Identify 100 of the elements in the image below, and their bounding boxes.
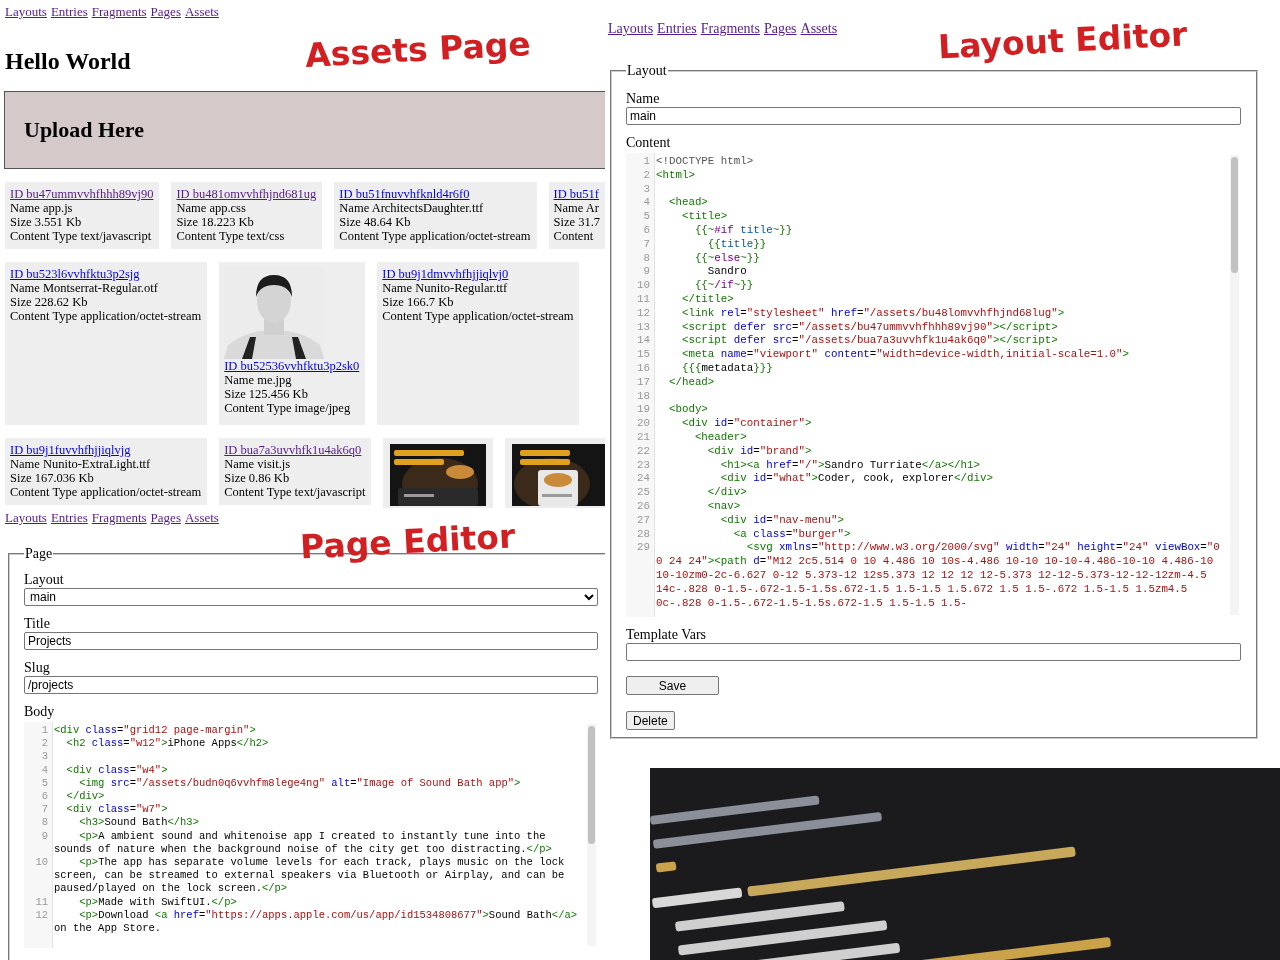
nav-link[interactable]: Layouts	[5, 4, 47, 20]
code-line: <meta name="viewport" content="width=device-width,initial-scale=1.0">	[680, 348, 1131, 362]
asset-size: Size 228.62 Kb	[10, 295, 89, 309]
asset-id-link[interactable]: ID bua7a3uvvhfk1u4ak6q0	[224, 443, 366, 457]
line-number: 11	[636, 292, 650, 307]
nav-link[interactable]: Fragments	[91, 4, 147, 20]
nav-link[interactable]: Fragments	[91, 510, 147, 526]
code-line: </head>	[667, 375, 716, 390]
code-line: <script defer src="/assets/bu47ummvvhfhhh89vj90"></script>	[680, 320, 1059, 335]
line-number: 10	[34, 856, 48, 871]
code-line: </div>	[65, 790, 106, 804]
asset-id-link[interactable]: ID bu52536vvhfktu3p2sk0	[224, 359, 360, 373]
code-line: <!DOCTYPE html>	[656, 155, 755, 169]
code-line: <div id="what">Coder, cook, explorer</div>	[719, 472, 994, 487]
code-line: <div id="container">	[680, 417, 813, 431]
asset-name: Name app.js	[10, 201, 74, 215]
asset-content-type: Content Type application/octet-stream	[339, 229, 531, 243]
scrollbar[interactable]	[587, 724, 596, 946]
asset-size: Size 125.456 Kb	[224, 387, 309, 401]
annotation: Assets Page	[304, 24, 532, 75]
code-line: <div id="brand">	[706, 444, 813, 459]
line-number: 11	[34, 895, 48, 909]
save-button[interactable]: Save	[626, 676, 719, 695]
line-number: 17	[636, 375, 650, 390]
code-line: {{~/if~}}	[693, 279, 755, 293]
line-number: 16	[636, 361, 650, 376]
nav-link[interactable]: Pages	[150, 4, 181, 20]
code-line: <p>Download <a href="https://apps.apple.com/us/app/id1534808677">Sound Bath</a> on the App Store.	[54, 908, 579, 936]
upload-area[interactable]: Upload Here	[4, 91, 605, 169]
line-number: 2	[642, 168, 650, 183]
code-line: <svg xmlns="http://www.w3.org/2000/svg" width="24" height="24" viewBox="0 0 24 24"><path d="M12 2c5.514 0 10 4.486 10 10s-4.486 10-10 10-10-4.486-10-10 4.486-10 10-10zm0-2c-6.627 0-12 5.373-12 12s5.373 12 12 12 12-5.373 12-12-5.373-12-12-12zm-4.5 14c-.828 0-1.5-.672-1.5-1.5s.672-1.5 1.5-1.5 1.5.672 1.5 1.5-.672 1.5-1.5 1.5zm4.5 0c-.828 0-1.5-.672-1.5-1.5s.672-1.5 1.5-1.5 1.5-	[656, 541, 1221, 611]
code-line: <nav>	[706, 499, 742, 514]
asset-name: Name Nunito-ExtraLight.ttf	[10, 457, 152, 471]
nav-link[interactable]: Fragments	[700, 21, 760, 37]
slug-field[interactable]: /projects	[24, 676, 598, 694]
line-number: 6	[642, 224, 650, 238]
asset-size: Size 0.86 Kb	[224, 471, 291, 485]
nav-link[interactable]: Entries	[657, 21, 697, 37]
code-line: <img src="/assets/budn0q6vvhfm8lege4ng" alt="Image of Sound Bath app">	[78, 776, 522, 790]
asset-content-type: Content Type text/javascript	[10, 229, 153, 243]
code-line: <div class="grid12 page-margin">	[54, 724, 257, 738]
line-number: 1	[642, 155, 650, 169]
nav-link[interactable]: Assets	[184, 4, 219, 20]
line-number: 25	[636, 486, 650, 500]
code-line: <h1><a href="/">Sandro Turriate</a></h1>	[719, 458, 982, 473]
line-number: 14	[636, 334, 650, 349]
nav-link[interactable]: Layouts	[5, 510, 47, 526]
fieldset-legend: Page	[24, 546, 54, 562]
asset-id-link[interactable]: ID bu9j1dmvvhfhjjiqlvj0	[382, 267, 574, 281]
code-line: Sandro	[706, 265, 748, 280]
nav-link[interactable]: Pages	[763, 21, 797, 37]
line-number: 12	[636, 306, 650, 321]
line-number: 29	[636, 541, 650, 556]
line-number: 26	[636, 499, 650, 514]
line-number: 22	[636, 444, 650, 459]
asset-content-type: Content Type text/javascript	[224, 485, 366, 499]
line-number: 9	[642, 265, 650, 280]
asset-id-link[interactable]: ID bu523l6vvhfktu3p2sjg	[10, 267, 202, 281]
nav-link[interactable]: Assets	[800, 21, 838, 37]
asset-id-link[interactable]: ID bu481omvvhfhjnd681ug	[176, 187, 317, 201]
nav-link[interactable]: Pages	[150, 510, 181, 526]
asset-id-link[interactable]: ID bu47ummvvhfhhh89vj90	[10, 187, 154, 201]
annotation: Page Editor	[299, 516, 517, 567]
line-number: 19	[636, 403, 650, 418]
asset-content-type: Content Type text/css	[176, 229, 286, 243]
nav-link[interactable]: Layouts	[608, 21, 654, 37]
asset-name: Name me.jpg	[224, 373, 293, 387]
line-number: 8	[642, 251, 650, 266]
layout-select[interactable]: main	[24, 588, 598, 606]
asset-id-link[interactable]: ID bu51fnuvvhfknld4r6f0	[339, 187, 531, 201]
template-vars-field[interactable]	[626, 643, 1241, 661]
code-line: <script defer src="/assets/bua7a3uvvhfk1u4ak6q0"></script>	[680, 334, 1059, 349]
line-number: 5	[642, 210, 650, 224]
field-label: Content	[626, 135, 672, 151]
asset-name: Name ArchitectsDaughter.ttf	[339, 201, 485, 215]
nav-link[interactable]: Entries	[50, 4, 88, 20]
line-number: 9	[40, 829, 48, 844]
annotation: Layout Editor	[937, 15, 1189, 67]
code-line: <div class="w7">	[65, 803, 169, 817]
code-line: <header>	[693, 430, 748, 445]
title-field[interactable]: Projects	[24, 632, 598, 650]
line-number: 10	[636, 279, 650, 293]
asset-content-type: Content	[553, 229, 595, 243]
code-line: <p>The app has separate volume levels for each track, plays music on the lock screen, can be streamed to external speakers via Bluetooth or Airplay, and can be paused/played on the lock screen.</p>	[54, 856, 566, 896]
code-line: <a class="burger">	[732, 527, 852, 542]
scrollbar-thumb[interactable]	[588, 726, 595, 844]
line-number: 2	[40, 737, 48, 751]
asset-id-link[interactable]: ID bu9j1fuvvhfhjjiqlvjg	[10, 443, 202, 457]
scrollbar-thumb[interactable]	[1231, 157, 1238, 273]
line-number: 24	[636, 472, 650, 487]
nav-link[interactable]: Entries	[50, 510, 88, 526]
scrollbar[interactable]	[1230, 155, 1239, 615]
asset-name: Name visit.js	[224, 457, 292, 471]
asset-content-type: Content Type application/octet-stream	[10, 309, 202, 323]
name-field[interactable]: main	[626, 107, 1241, 125]
delete-button[interactable]: Delete	[626, 711, 675, 730]
asset-size: Size 18.223 Kb	[176, 215, 255, 229]
nav-link[interactable]: Assets	[184, 510, 219, 526]
asset-id-link[interactable]: ID bu51f	[553, 187, 601, 201]
fieldset-legend: Layout	[626, 63, 668, 79]
